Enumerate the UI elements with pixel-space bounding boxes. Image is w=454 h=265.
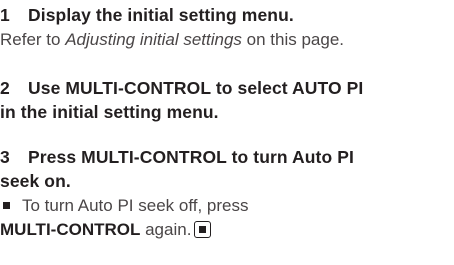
step-3-heading: 3 Press MULTI-CONTROL to turn Auto PI xyxy=(0,145,354,169)
step-1-number: 1 xyxy=(0,5,10,25)
step-1-body-suffix: on this page. xyxy=(241,30,344,49)
step-1-body-prefix: Refer to xyxy=(0,30,66,49)
step-3-title-line2: seek on. xyxy=(0,171,71,191)
note-suffix: again. xyxy=(140,220,192,239)
step-3-note: To turn Auto PI seek off, press xyxy=(0,194,248,218)
step-3-note-line2: MULTI-CONTROL again. xyxy=(0,218,212,242)
step-2-heading: 2 Use MULTI-CONTROL to select AUTO PI xyxy=(0,76,363,100)
step-1-heading: 1 Display the initial setting menu. xyxy=(0,3,294,27)
square-bullet-icon xyxy=(3,202,10,210)
manual-page: 1 Display the initial setting menu. Refer… xyxy=(0,0,454,265)
step-2-title-line2: in the initial setting menu. xyxy=(0,102,219,122)
note-bold: MULTI-CONTROL xyxy=(0,220,141,239)
end-of-section-icon xyxy=(194,221,212,238)
step-3-number: 3 xyxy=(0,147,10,167)
step-3-title-line1: Press MULTI-CONTROL to turn Auto PI xyxy=(28,147,354,167)
step-2-title-line1: Use MULTI-CONTROL to select AUTO PI xyxy=(28,78,364,98)
step-1-title: Display the initial setting menu. xyxy=(28,5,294,25)
step-1-body: Refer to Adjusting initial settings on t… xyxy=(0,28,344,52)
note-line1: To turn Auto PI seek off, press xyxy=(22,196,249,215)
step-2-number: 2 xyxy=(0,78,10,98)
cross-reference: Adjusting initial settings xyxy=(65,30,242,49)
